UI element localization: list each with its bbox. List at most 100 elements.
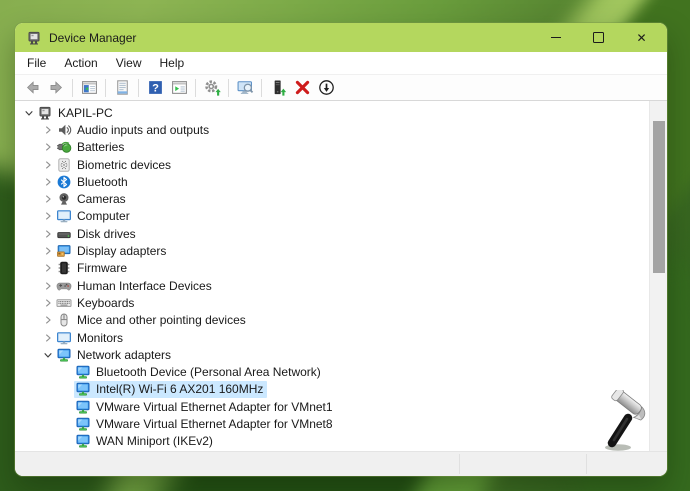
menu-action[interactable]: Action — [55, 53, 106, 73]
svg-text:?: ? — [152, 83, 159, 95]
tree-item-label: Keyboards — [77, 296, 134, 310]
network-adapter-icon — [56, 347, 72, 363]
disk-drive-icon — [56, 226, 72, 242]
bluetooth-icon — [56, 174, 72, 190]
tree-item-content[interactable]: VMware Virtual Ethernet Adapter for VMne… — [74, 398, 337, 415]
chevron-right-icon[interactable] — [41, 141, 55, 153]
tree-item-content[interactable]: Network adapters — [55, 347, 175, 364]
scrollbar-thumb[interactable] — [653, 121, 665, 273]
disable-device-button[interactable] — [314, 77, 338, 99]
tree-item-label: Biometric devices — [77, 158, 171, 172]
tree-item[interactable]: VMware Virtual Ethernet Adapter for VMne… — [15, 398, 650, 415]
tree-item-content[interactable]: Bluetooth Device (Personal Area Network) — [74, 364, 325, 381]
tree-item-content[interactable]: WAN Miniport (IKEv2) — [74, 433, 217, 450]
uninstall-device-button[interactable] — [290, 77, 314, 99]
tree-item-content[interactable]: Audio inputs and outputs — [55, 122, 213, 139]
network-adapter-icon — [75, 364, 91, 380]
chevron-down-icon[interactable] — [22, 107, 36, 119]
menu-file[interactable]: File — [27, 53, 55, 73]
toolbar-separator — [72, 79, 73, 97]
tree-item-content[interactable]: Computer — [55, 208, 134, 225]
help-button[interactable]: ? — [143, 77, 167, 99]
tree-item-content[interactable]: Cameras — [55, 191, 130, 208]
chevron-down-icon[interactable] — [41, 349, 55, 361]
status-bar-divider — [459, 454, 460, 474]
tree-item[interactable]: Bluetooth Device (Personal Area Network) — [15, 363, 650, 380]
tree-item[interactable]: Firmware — [15, 260, 650, 277]
chevron-right-icon[interactable] — [41, 332, 55, 344]
chevron-right-icon[interactable] — [41, 314, 55, 326]
tree-item-selected[interactable]: Intel(R) Wi-Fi 6 AX201 160MHz — [74, 381, 267, 398]
chevron-right-icon[interactable] — [41, 159, 55, 171]
tree-item[interactable]: WAN Miniport (IKEv2) — [15, 433, 650, 450]
forward-button[interactable] — [44, 77, 68, 99]
device-manager-icon — [26, 30, 42, 46]
chevron-right-icon[interactable] — [41, 228, 55, 240]
tree-item-content[interactable]: Human Interface Devices — [55, 277, 216, 294]
minimize-button[interactable] — [534, 23, 577, 52]
tree-item-label: Computer — [77, 209, 130, 223]
tree-item[interactable]: KAPIL-PC — [15, 104, 650, 121]
show-hide-console-tree-button[interactable] — [77, 77, 101, 99]
tree-item-content[interactable]: Keyboards — [55, 295, 138, 312]
tree-item[interactable]: Computer — [15, 208, 650, 225]
battery-plug-icon — [56, 139, 72, 155]
tree-item-content[interactable]: Bluetooth — [55, 174, 132, 191]
red-x-icon — [294, 79, 311, 96]
minimize-icon — [551, 37, 561, 38]
close-icon: ✕ — [636, 32, 646, 44]
maximize-button[interactable] — [577, 23, 620, 52]
chevron-placeholder — [60, 383, 74, 395]
tree-item[interactable]: Intel(R) Wi-Fi 6 AX201 160MHz — [15, 381, 650, 398]
tree-item[interactable]: Display adapters — [15, 242, 650, 259]
chevron-right-icon[interactable] — [41, 193, 55, 205]
status-bar-divider — [586, 454, 587, 474]
menu-view[interactable]: View — [107, 53, 151, 73]
properties-button[interactable] — [110, 77, 134, 99]
scan-hardware-changes-button[interactable] — [233, 77, 257, 99]
chevron-right-icon[interactable] — [41, 297, 55, 309]
tree-item[interactable]: Disk drives — [15, 225, 650, 242]
network-adapter-icon — [75, 399, 91, 415]
tree-item[interactable]: Cameras — [15, 190, 650, 207]
tree-item[interactable]: Network adapters — [15, 346, 650, 363]
action-pane-button[interactable] — [167, 77, 191, 99]
update-driver-button[interactable] — [266, 77, 290, 99]
close-button[interactable]: ✕ — [620, 23, 663, 52]
device-tree: KAPIL-PC Audio inputs and outputsBatterie… — [15, 101, 650, 450]
tree-item-content[interactable]: Mice and other pointing devices — [55, 312, 250, 329]
chevron-right-icon[interactable] — [41, 176, 55, 188]
title-bar[interactable]: Device Manager ✕ — [15, 23, 667, 52]
chevron-right-icon[interactable] — [41, 245, 55, 257]
tree-item[interactable]: Keyboards — [15, 294, 650, 311]
tree-item-content[interactable]: Batteries — [55, 139, 128, 156]
tree-item-content[interactable]: KAPIL-PC — [36, 104, 117, 121]
tree-item-content[interactable]: Monitors — [55, 329, 127, 346]
tree-item[interactable]: Mice and other pointing devices — [15, 312, 650, 329]
tree-item-content[interactable]: Display adapters — [55, 243, 170, 260]
chevron-right-icon[interactable] — [41, 210, 55, 222]
toolbar-separator — [195, 79, 196, 97]
tree-item[interactable]: Bluetooth — [15, 173, 650, 190]
tree-item-label: Human Interface Devices — [77, 279, 212, 293]
tree-item-content[interactable]: Firmware — [55, 260, 131, 277]
chevron-right-icon[interactable] — [41, 124, 55, 136]
tree-item[interactable]: Monitors — [15, 329, 650, 346]
tree-item[interactable]: VMware Virtual Ethernet Adapter for VMne… — [15, 415, 650, 432]
tree-item-content[interactable]: Biometric devices — [55, 156, 175, 173]
back-button[interactable] — [20, 77, 44, 99]
display-adapter-icon — [56, 243, 72, 259]
chevron-right-icon[interactable] — [41, 262, 55, 274]
tree-item[interactable]: Human Interface Devices — [15, 277, 650, 294]
tree-item-content[interactable]: Disk drives — [55, 225, 140, 242]
tree-item[interactable]: Biometric devices — [15, 156, 650, 173]
menu-help[interactable]: Help — [151, 53, 194, 73]
circle-down-arrow-icon — [318, 79, 335, 96]
tree-item[interactable]: Audio inputs and outputs — [15, 121, 650, 138]
tree-item[interactable]: Batteries — [15, 139, 650, 156]
add-drivers-button[interactable] — [200, 77, 224, 99]
tree-item-content[interactable]: VMware Virtual Ethernet Adapter for VMne… — [74, 416, 337, 433]
chevron-right-icon[interactable] — [41, 280, 55, 292]
webcam-icon — [56, 191, 72, 207]
tree-item-label: KAPIL-PC — [58, 106, 113, 120]
